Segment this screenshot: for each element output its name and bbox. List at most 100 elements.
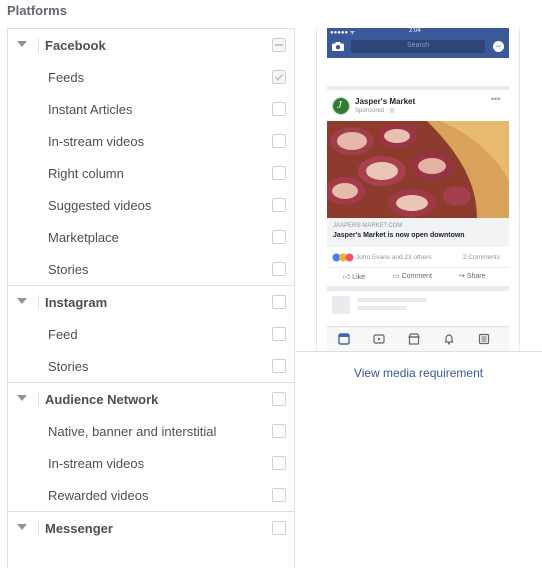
- divider: [38, 392, 39, 406]
- status-bar: ●●●●● ᯤ 2:04: [327, 28, 509, 36]
- checkbox[interactable]: [272, 230, 286, 244]
- bottom-tab-bar: [327, 326, 509, 352]
- status-time: 2:04: [409, 28, 421, 34]
- checkbox[interactable]: [272, 456, 286, 470]
- preview-divider: [296, 351, 542, 352]
- search-input[interactable]: Search: [351, 40, 485, 53]
- checkbox[interactable]: [272, 521, 286, 535]
- phone-frame: ●●●●● ᯤ 2:04 Search J Jasper's Market Sp…: [316, 28, 520, 352]
- checkbox[interactable]: [272, 327, 286, 341]
- checkbox[interactable]: [272, 424, 286, 438]
- platform-header-instagram[interactable]: Instagram: [8, 286, 294, 318]
- link-url: JASPERS-MARKET.COM: [333, 223, 403, 229]
- platform-header-facebook[interactable]: Facebook: [8, 29, 294, 61]
- caret-down-icon[interactable]: [17, 524, 27, 530]
- placement-marketplace[interactable]: Marketplace: [8, 221, 294, 253]
- platform-group-instagram: Instagram Feed Stories: [8, 285, 294, 382]
- sponsored-label: Sponsored · ◎: [355, 108, 395, 114]
- more-options-icon[interactable]: •••: [491, 94, 500, 104]
- menu-icon[interactable]: [478, 333, 490, 345]
- placement-label: Feeds: [48, 69, 85, 85]
- placement-label: Rewarded videos: [48, 487, 149, 503]
- divider: [38, 38, 39, 52]
- caret-down-icon[interactable]: [17, 395, 27, 401]
- placement-suggested-videos[interactable]: Suggested videos: [8, 189, 294, 221]
- reactions-count: John Evans and 23 others: [356, 254, 432, 261]
- placement-native-banner-and-interstitial[interactable]: Native, banner and interstitial: [8, 415, 294, 447]
- placement-label: Feed: [48, 326, 78, 342]
- placement-stories[interactable]: Stories: [8, 350, 294, 382]
- divider: [38, 295, 39, 309]
- platforms-list: Facebook Feeds Instant Articles In-stream v…: [7, 28, 295, 568]
- caret-down-icon[interactable]: [17, 298, 27, 304]
- placement-label: Right column: [48, 165, 124, 181]
- reactions-row: John Evans and 23 others 2 Comments: [327, 250, 509, 266]
- placement-instant-articles[interactable]: Instant Articles: [8, 93, 294, 125]
- facebook-top-bar: ●●●●● ᯤ 2:04 Search: [327, 28, 509, 58]
- checkbox[interactable]: [272, 198, 286, 212]
- platform-group-facebook: Facebook Feeds Instant Articles In-stream v…: [8, 29, 294, 285]
- camera-icon: [332, 42, 344, 51]
- share-label: Share: [466, 273, 486, 280]
- platform-header-messenger[interactable]: Messenger: [8, 512, 294, 544]
- checkbox[interactable]: [272, 359, 286, 373]
- skeleton-avatar: [332, 296, 350, 314]
- placement-label: Instant Articles: [48, 101, 133, 117]
- post-actions: 👍︎ Like ▭ Comment ↪ Share: [327, 267, 509, 287]
- caret-down-icon[interactable]: [17, 41, 27, 47]
- platform-name: Instagram: [45, 294, 108, 310]
- placement-right-column[interactable]: Right column: [8, 157, 294, 189]
- view-media-requirement-link[interactable]: View media requirement: [296, 366, 541, 380]
- share-icon: ↪: [459, 273, 465, 280]
- checkbox[interactable]: [272, 262, 286, 276]
- skeleton-line: [357, 306, 407, 310]
- checkbox[interactable]: [272, 134, 286, 148]
- platform-header-audience-network[interactable]: Audience Network: [8, 383, 294, 415]
- section-title: Platforms: [7, 3, 67, 18]
- next-post-skeleton: [327, 291, 509, 327]
- feed-spacer: [327, 58, 509, 87]
- platform-name: Facebook: [45, 37, 106, 53]
- like-button[interactable]: 👍︎ Like: [343, 272, 365, 281]
- share-button[interactable]: ↪ Share: [459, 272, 486, 280]
- platform-name: Audience Network: [45, 391, 159, 407]
- avatar-letter: J: [337, 99, 342, 111]
- comment-button[interactable]: ▭ Comment: [393, 272, 432, 280]
- news-feed-icon[interactable]: [338, 333, 350, 345]
- placement-rewarded-videos[interactable]: Rewarded videos: [8, 479, 294, 511]
- search-placeholder: Search: [407, 42, 430, 49]
- placement-label: Suggested videos: [48, 197, 152, 213]
- comment-icon: ▭: [393, 273, 400, 280]
- placement-label: Stories: [48, 358, 89, 374]
- checkbox[interactable]: [272, 392, 286, 406]
- placement-feeds[interactable]: Feeds: [8, 61, 294, 93]
- like-icon: 👍︎: [343, 274, 351, 281]
- link-preview[interactable]: JASPERS-MARKET.COM Jasper's Market is no…: [327, 218, 509, 247]
- platform-group-audience-network: Audience Network Native, banner and inter…: [8, 382, 294, 511]
- placement-in-stream-videos[interactable]: In-stream videos: [8, 447, 294, 479]
- checkbox[interactable]: [272, 295, 286, 309]
- platform-name: Messenger: [45, 520, 113, 536]
- placement-label: Stories: [48, 261, 89, 277]
- skeleton-line: [357, 298, 427, 302]
- checkmark-icon: [274, 73, 284, 81]
- checkbox[interactable]: [272, 38, 286, 52]
- link-title: Jasper's Market is now open downtown: [333, 232, 465, 239]
- video-icon[interactable]: [373, 333, 385, 345]
- placement-stories[interactable]: Stories: [8, 253, 294, 285]
- checkbox[interactable]: [272, 102, 286, 116]
- sponsored-post: J Jasper's Market Sponsored · ◎ ••• JASP…: [327, 90, 509, 286]
- checkbox[interactable]: [272, 70, 286, 84]
- notifications-icon[interactable]: [443, 333, 455, 345]
- comment-label: Comment: [401, 273, 432, 280]
- marketplace-icon[interactable]: [408, 333, 420, 345]
- placement-label: In-stream videos: [48, 455, 145, 471]
- placement-label: Marketplace: [48, 229, 119, 245]
- checkbox[interactable]: [272, 488, 286, 502]
- like-label: Like: [352, 274, 366, 281]
- page-name: Jasper's Market: [355, 97, 416, 106]
- page-avatar: J: [332, 97, 350, 115]
- checkbox[interactable]: [272, 166, 286, 180]
- placement-feed[interactable]: Feed: [8, 318, 294, 350]
- placement-in-stream-videos[interactable]: In-stream videos: [8, 125, 294, 157]
